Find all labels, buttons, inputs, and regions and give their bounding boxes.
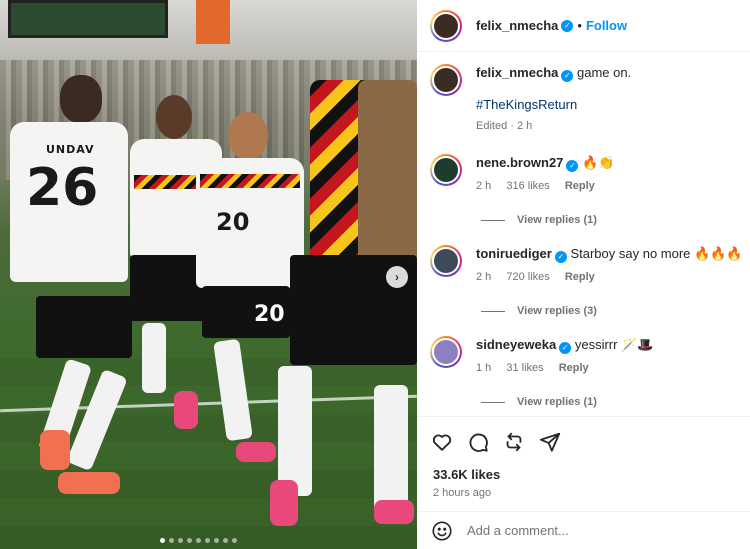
comment-likes[interactable]: 720 likes bbox=[506, 271, 549, 283]
follow-button[interactable]: Follow bbox=[586, 18, 627, 33]
verified-badge-icon: ✓ bbox=[559, 342, 572, 354]
verified-badge-icon: ✓ bbox=[566, 160, 579, 172]
jersey-number: 20 bbox=[216, 208, 250, 236]
carousel-dot bbox=[169, 538, 174, 543]
advertising-board bbox=[196, 0, 230, 44]
carousel-dot bbox=[178, 538, 183, 543]
comment-text: Starboy say no more 🔥🔥🔥 bbox=[570, 246, 743, 261]
comment-time: 2 h bbox=[476, 180, 492, 192]
view-replies-label: View replies (1) bbox=[517, 214, 597, 226]
carousel-dot bbox=[196, 538, 201, 543]
reply-button[interactable]: Reply bbox=[565, 180, 595, 192]
comment-item: nene.brown27 ✓ 🔥👏 2 h 316 likes Reply bbox=[430, 154, 614, 192]
carousel-dot bbox=[205, 538, 210, 543]
post-actions: 33.6K likes 2 hours ago bbox=[417, 416, 750, 511]
caption-hashtag[interactable]: #TheKingsReturn bbox=[476, 96, 631, 114]
comment-icon[interactable] bbox=[467, 431, 489, 453]
caption: felix_nmecha ✓ game on. #TheKingsReturn E… bbox=[430, 64, 631, 132]
verified-badge-icon: ✓ bbox=[561, 70, 574, 82]
like-count[interactable]: 33.6K likes bbox=[433, 467, 500, 482]
send-icon[interactable] bbox=[539, 431, 561, 453]
comment-item: sidneyeweka ✓ yessirrr 🪄🎩 1 h 31 likes Re… bbox=[430, 336, 653, 374]
post-side-panel: felix_nmecha ✓ • Follow felix_nmecha ✓ ga… bbox=[417, 0, 750, 549]
verified-badge-icon: ✓ bbox=[561, 19, 574, 32]
comment-likes[interactable]: 316 likes bbox=[506, 180, 549, 192]
commenter-avatar[interactable] bbox=[430, 154, 462, 186]
view-replies-label: View replies (3) bbox=[517, 305, 597, 317]
carousel-dot bbox=[214, 538, 219, 543]
comment-time: 1 h bbox=[476, 362, 492, 374]
stadium-screen bbox=[8, 0, 168, 38]
caption-username[interactable]: felix_nmecha bbox=[476, 65, 558, 80]
comment-username[interactable]: nene.brown27 bbox=[476, 155, 563, 170]
carousel-dot bbox=[232, 538, 237, 543]
heart-icon[interactable] bbox=[431, 431, 453, 453]
view-replies-button[interactable]: View replies (3) bbox=[481, 305, 597, 317]
view-replies-button[interactable]: View replies (1) bbox=[481, 214, 597, 226]
comment-text: 🔥👏 bbox=[582, 155, 615, 170]
replies-divider bbox=[481, 310, 505, 312]
reply-button[interactable]: Reply bbox=[565, 271, 595, 283]
comment-time: 2 h bbox=[476, 271, 492, 283]
view-replies-button[interactable]: View replies (1) bbox=[481, 396, 597, 408]
post-header: felix_nmecha ✓ • Follow bbox=[417, 0, 750, 52]
jersey-number: 26 bbox=[26, 158, 99, 218]
comment-likes[interactable]: 31 likes bbox=[506, 362, 543, 374]
player-foreground-right bbox=[270, 40, 417, 540]
emoji-icon[interactable] bbox=[431, 520, 453, 542]
comment-text: yessirrr 🪄🎩 bbox=[574, 337, 654, 352]
comment-username[interactable]: toniruediger bbox=[476, 246, 552, 261]
comments-list[interactable]: felix_nmecha ✓ game on. #TheKingsReturn E… bbox=[417, 52, 750, 416]
author-username[interactable]: felix_nmecha bbox=[476, 18, 558, 33]
carousel-dot bbox=[160, 538, 165, 543]
add-comment-input[interactable]: Add a comment... bbox=[467, 523, 569, 538]
separator: • bbox=[577, 18, 582, 33]
comment-item: toniruediger ✓ Starboy say no more 🔥🔥🔥 2 … bbox=[430, 245, 743, 283]
caption-text: game on. bbox=[577, 65, 632, 80]
view-replies-label: View replies (1) bbox=[517, 396, 597, 408]
commenter-avatar[interactable] bbox=[430, 336, 462, 368]
post-photo[interactable]: UNDAV 26 20 20 › bbox=[0, 0, 417, 549]
replies-divider bbox=[481, 401, 505, 403]
post-time: 2 hours ago bbox=[433, 487, 492, 499]
repost-icon[interactable] bbox=[503, 431, 525, 453]
carousel-dot bbox=[187, 538, 192, 543]
shirt-name: UNDAV bbox=[46, 143, 95, 156]
replies-divider bbox=[481, 219, 505, 221]
reply-button[interactable]: Reply bbox=[559, 362, 589, 374]
comment-username[interactable]: sidneyeweka bbox=[476, 337, 556, 352]
next-photo-button[interactable]: › bbox=[386, 266, 408, 288]
caption-meta: Edited · 2 h bbox=[476, 120, 533, 132]
carousel-dots bbox=[160, 538, 237, 543]
carousel-dot bbox=[223, 538, 228, 543]
author-avatar[interactable] bbox=[430, 9, 462, 42]
author-avatar[interactable] bbox=[430, 64, 462, 96]
commenter-avatar[interactable] bbox=[430, 245, 462, 277]
add-comment-bar[interactable]: Add a comment... bbox=[417, 511, 750, 549]
verified-badge-icon: ✓ bbox=[554, 251, 567, 263]
